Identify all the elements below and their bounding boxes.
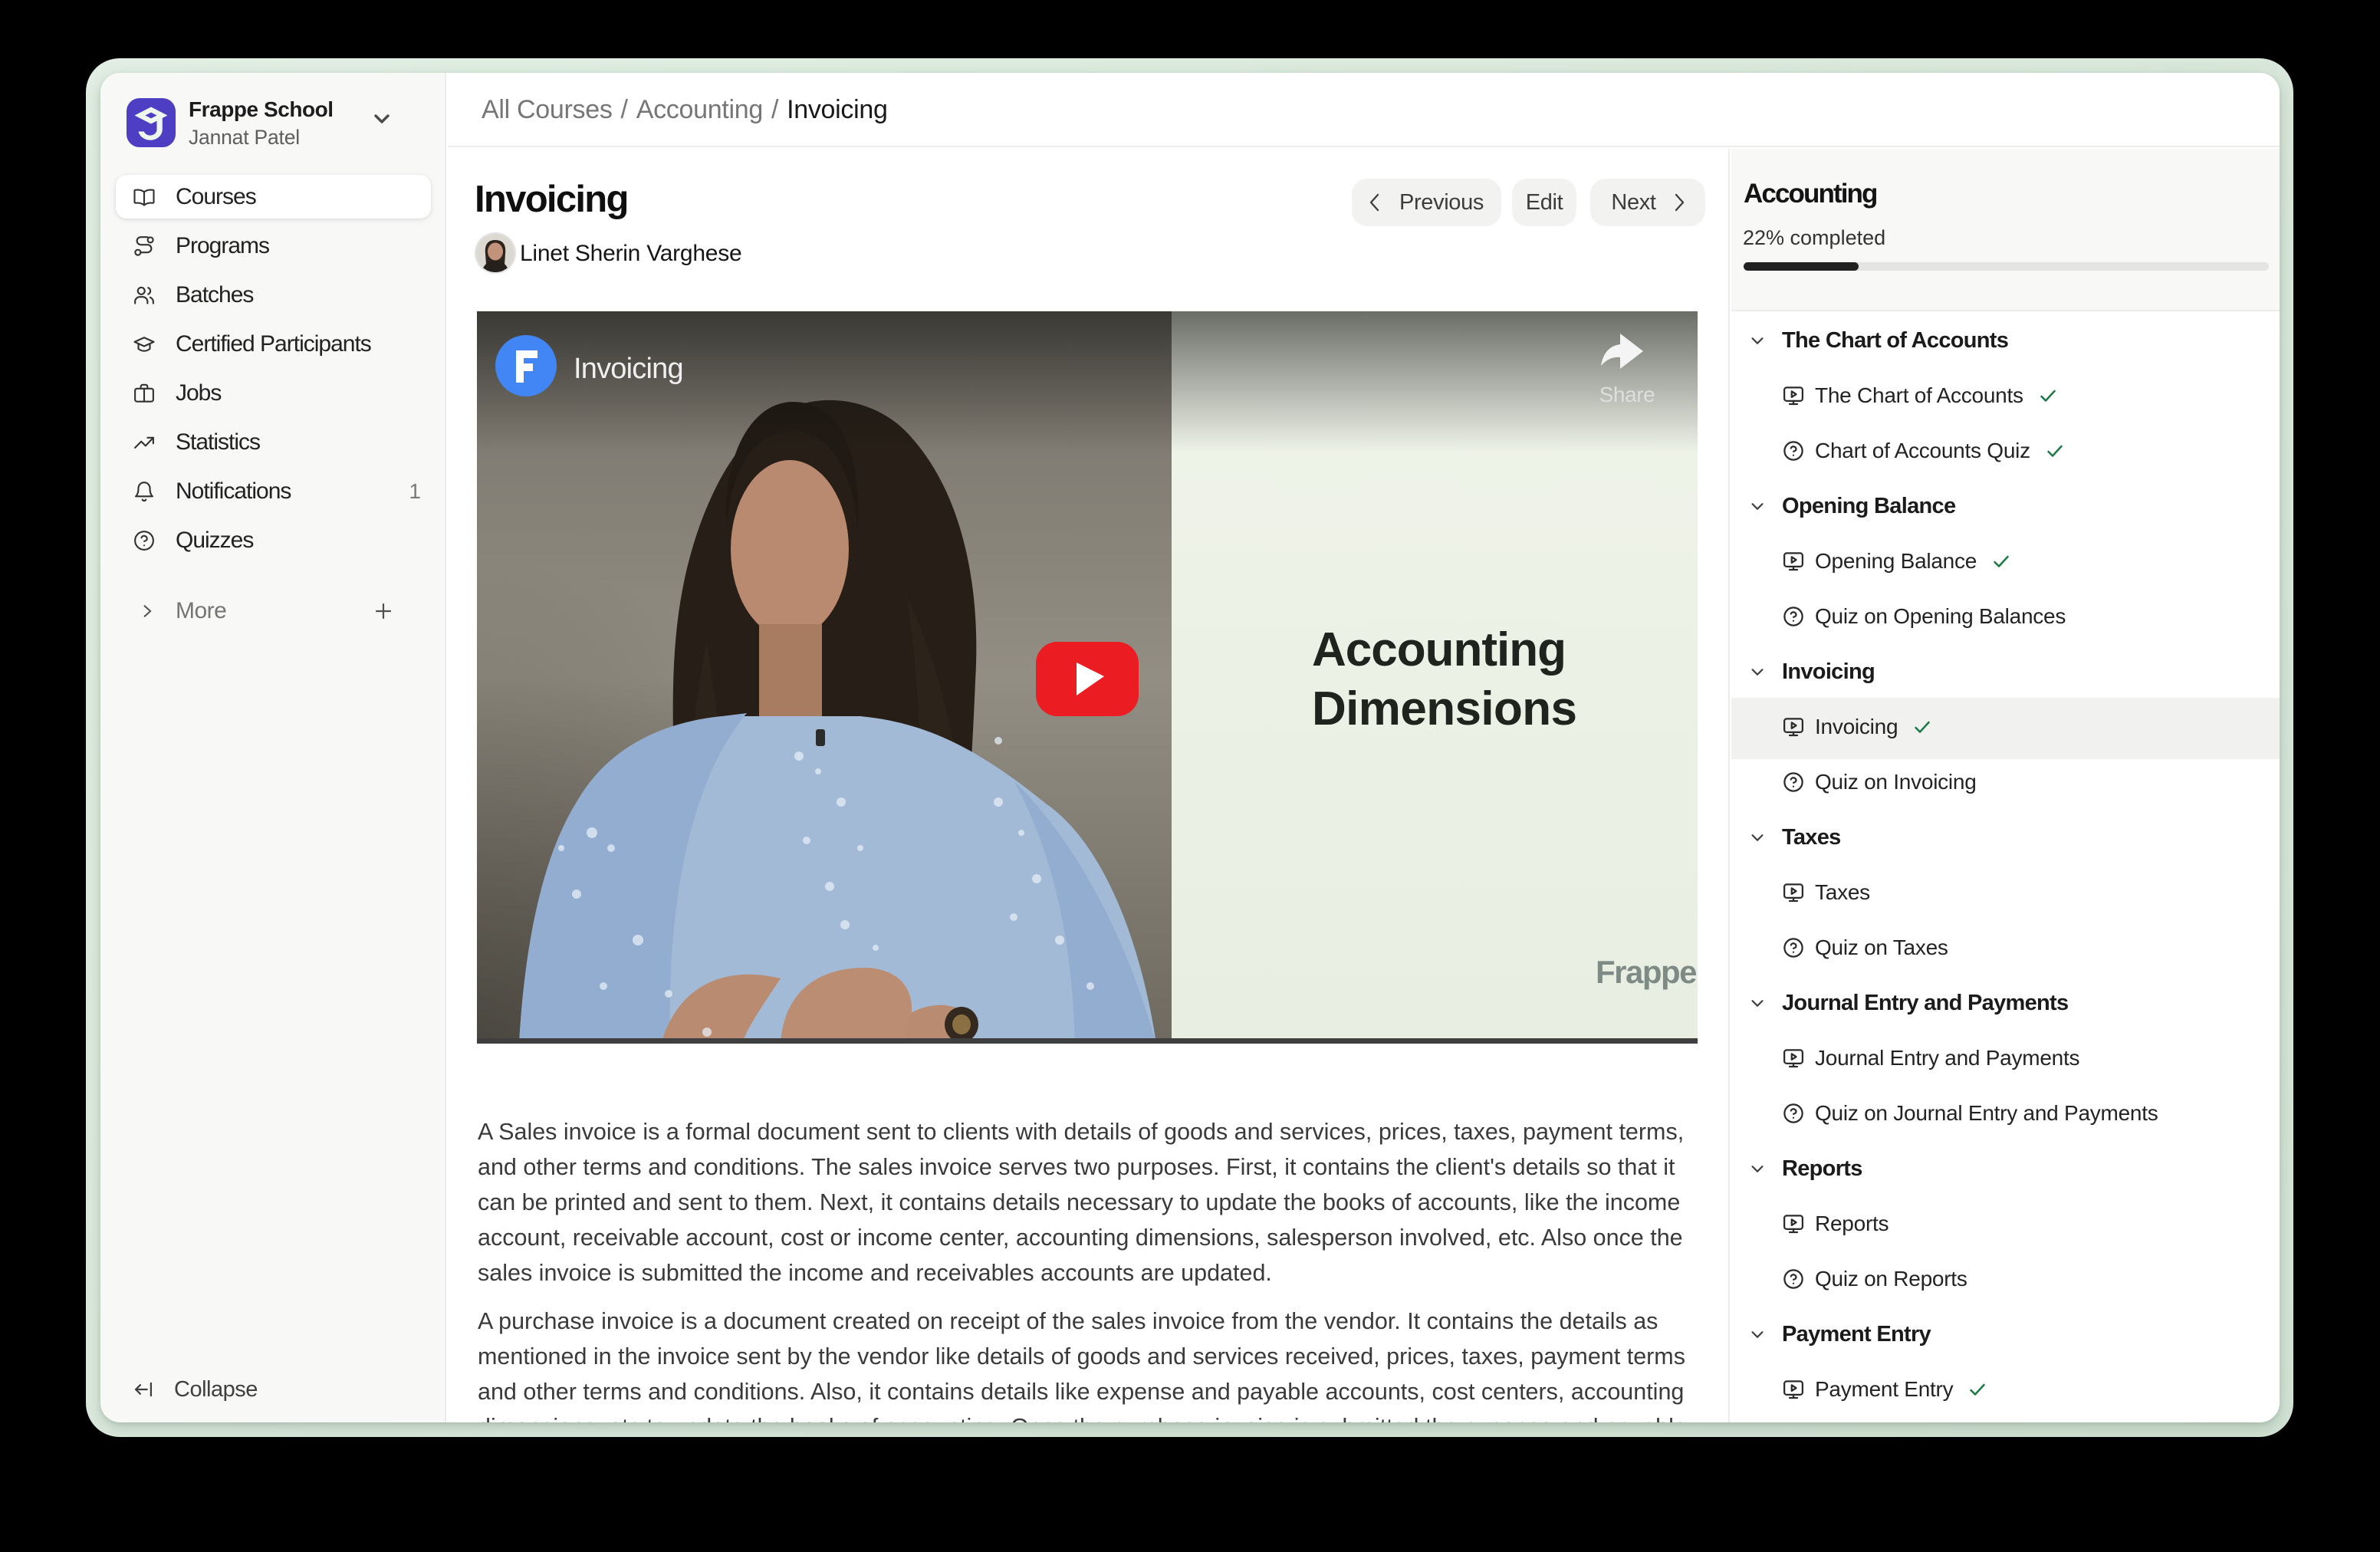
svg-text:Accounting: Accounting xyxy=(1312,623,1566,676)
svg-text:Frappe: Frappe xyxy=(1596,954,1696,990)
svg-text:Dimensions: Dimensions xyxy=(1312,682,1576,735)
svg-text:Invoicing: Invoicing xyxy=(574,353,683,385)
svg-text:Share: Share xyxy=(1599,383,1655,406)
